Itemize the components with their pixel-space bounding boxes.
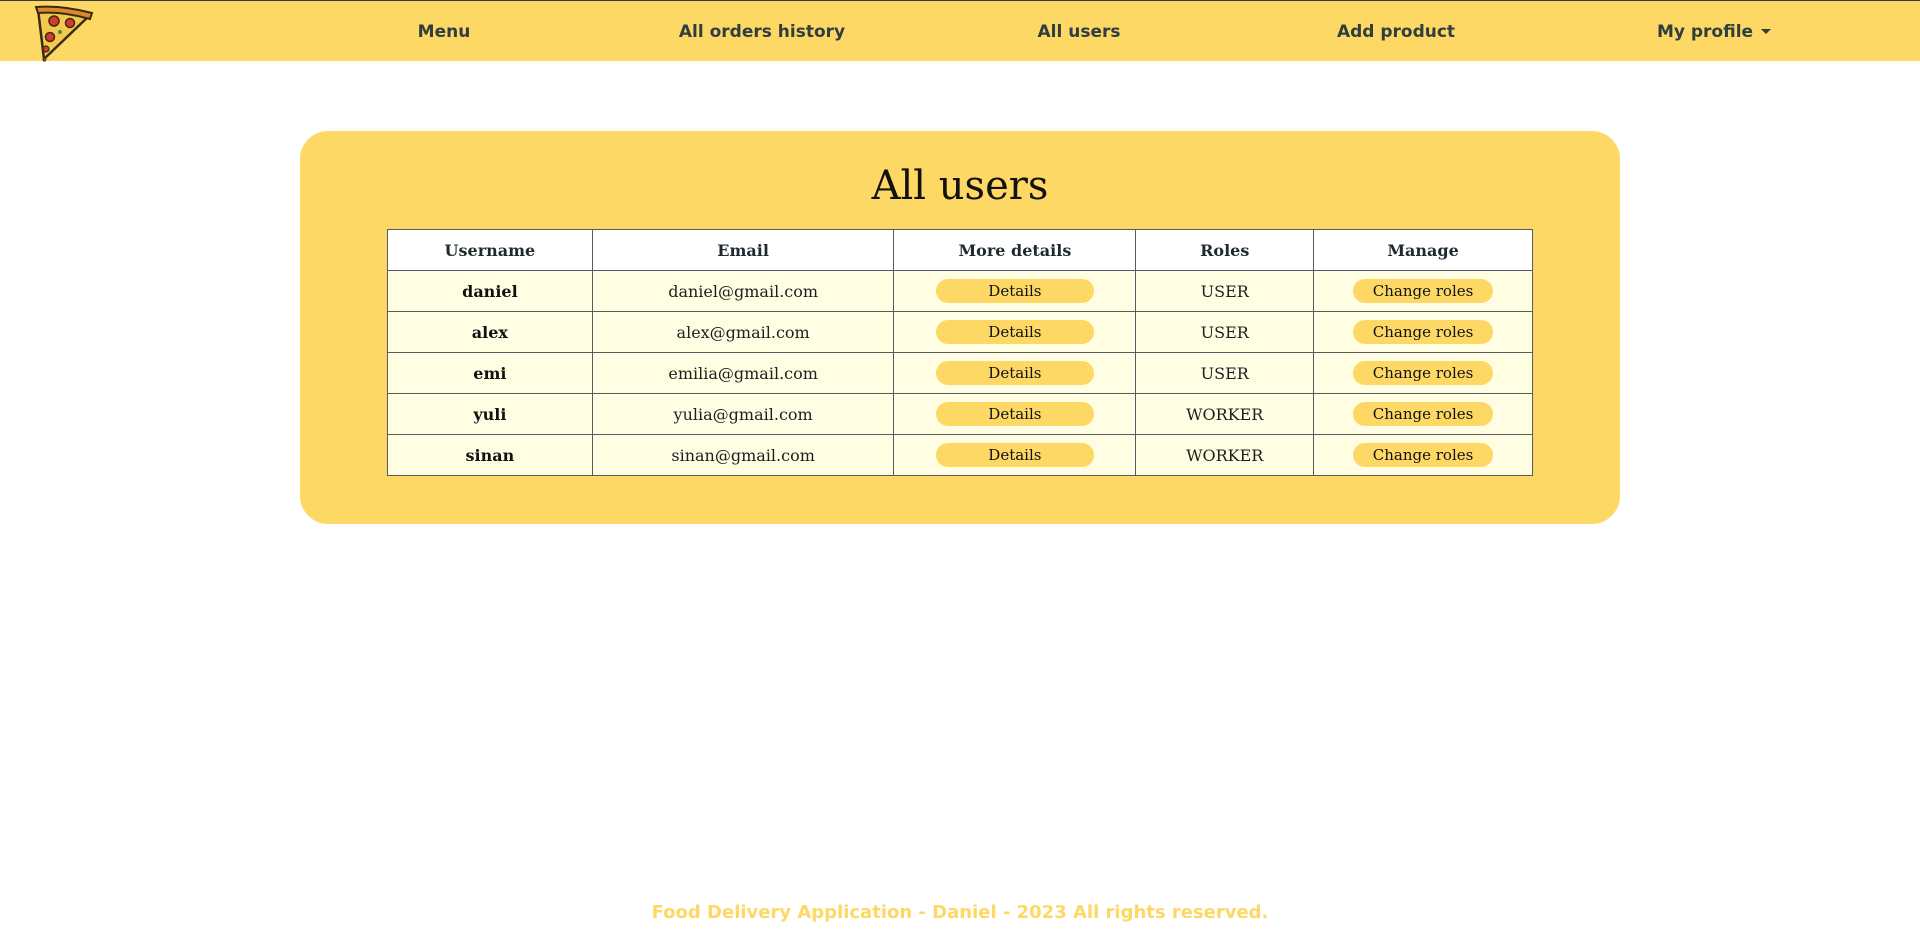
manage-cell: Change roles (1313, 352, 1533, 394)
change-roles-button[interactable]: Change roles (1353, 320, 1494, 344)
details-cell: Details (893, 270, 1137, 312)
pizza-logo-icon[interactable] (32, 1, 96, 63)
page-title: All users (871, 163, 1049, 209)
details-button[interactable]: Details (935, 402, 1094, 426)
my-profile-label: My profile (1656, 22, 1754, 42)
change-roles-button[interactable]: Change roles (1353, 402, 1494, 426)
column-header-username: Username (387, 229, 593, 271)
top-navbar: Menu All orders history All users Add pr… (0, 0, 1920, 63)
manage-cell: Change roles (1313, 393, 1533, 435)
email-cell: emilia@gmail.com (591, 352, 895, 394)
table-row: daniel daniel@gmail.com Details USER Cha… (387, 270, 1533, 312)
details-button[interactable]: Details (935, 320, 1094, 344)
email-cell: yulia@gmail.com (591, 393, 895, 435)
manage-cell: Change roles (1313, 434, 1533, 476)
username-cell: alex (387, 311, 593, 353)
column-header-email: Email (591, 229, 895, 271)
role-cell: USER (1135, 352, 1315, 394)
table-header-row: Username Email More details Roles Manage (387, 229, 1533, 271)
nav-link-menu[interactable]: Menu (418, 22, 471, 42)
manage-cell: Change roles (1313, 311, 1533, 353)
users-card: All users Username Email More details Ro… (300, 131, 1620, 524)
username-cell: yuli (387, 393, 593, 435)
details-button[interactable]: Details (935, 361, 1094, 385)
email-cell: alex@gmail.com (591, 311, 895, 353)
role-cell: USER (1135, 311, 1315, 353)
email-cell: daniel@gmail.com (591, 270, 895, 312)
my-profile-dropdown[interactable]: My profile (1656, 22, 1772, 42)
details-cell: Details (893, 311, 1137, 353)
details-cell: Details (893, 434, 1137, 476)
change-roles-button[interactable]: Change roles (1353, 443, 1494, 467)
table-row: yuli yulia@gmail.com Details WORKER Chan… (387, 393, 1533, 435)
details-cell: Details (893, 352, 1137, 394)
users-table: Username Email More details Roles Manage… (387, 229, 1533, 476)
username-cell: sinan (387, 434, 593, 476)
table-row: sinan sinan@gmail.com Details WORKER Cha… (387, 434, 1533, 476)
username-cell: emi (387, 352, 593, 394)
manage-cell: Change roles (1313, 270, 1533, 312)
email-cell: sinan@gmail.com (591, 434, 895, 476)
column-header-manage: Manage (1313, 229, 1533, 271)
role-cell: WORKER (1135, 434, 1315, 476)
change-roles-button[interactable]: Change roles (1353, 361, 1494, 385)
table-row: alex alex@gmail.com Details USER Change … (387, 311, 1533, 353)
nav-link-add-product[interactable]: Add product (1337, 22, 1455, 42)
username-cell: daniel (387, 270, 593, 312)
table-row: emi emilia@gmail.com Details USER Change… (387, 352, 1533, 394)
column-header-more-details: More details (893, 229, 1137, 271)
nav-link-all-users[interactable]: All users (1038, 22, 1121, 42)
chevron-down-icon (1761, 29, 1772, 34)
details-button[interactable]: Details (935, 279, 1094, 303)
change-roles-button[interactable]: Change roles (1353, 279, 1494, 303)
details-cell: Details (893, 393, 1137, 435)
details-button[interactable]: Details (935, 443, 1094, 467)
nav-link-all-orders-history[interactable]: All orders history (679, 22, 845, 42)
role-cell: WORKER (1135, 393, 1315, 435)
footer-copyright: Food Delivery Application - Daniel - 202… (651, 902, 1269, 923)
column-header-roles: Roles (1135, 229, 1315, 271)
role-cell: USER (1135, 270, 1315, 312)
